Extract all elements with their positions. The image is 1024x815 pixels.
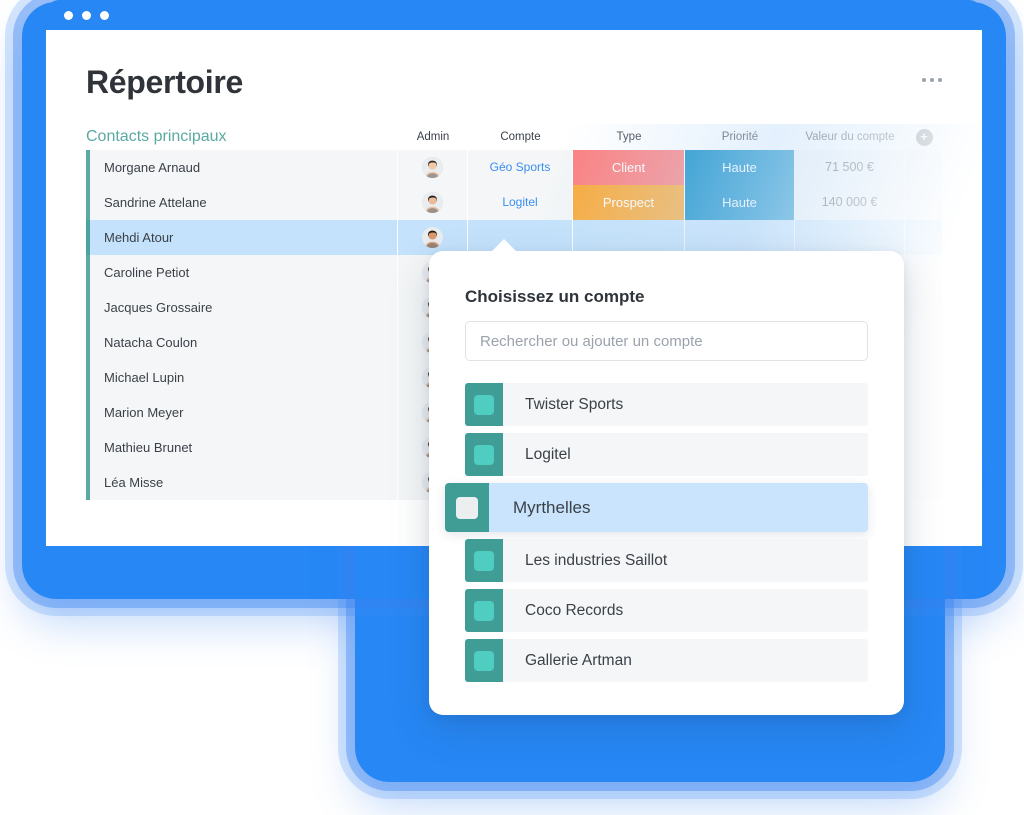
cell-compte[interactable]: Géo Sports	[468, 150, 573, 185]
account-value: 71 500 €	[825, 160, 874, 175]
cell-spacer	[905, 465, 943, 500]
account-picker-popover: Choisissez un compte Twister Sports Logit…	[429, 239, 904, 715]
cell-spacer	[905, 185, 943, 220]
cell-admin-avatar[interactable]	[398, 185, 468, 220]
status-badge-type: Client	[573, 150, 684, 185]
cell-admin-avatar[interactable]	[398, 220, 468, 255]
account-link[interactable]: Logitel	[502, 195, 537, 209]
account-list-item-label: Gallerie Artman	[525, 651, 632, 669]
popover-title: Choisissez un compte	[465, 287, 645, 306]
column-header-compte: Compte	[500, 131, 541, 143]
account-color-swatch-icon	[445, 483, 489, 532]
column-header-type: Type	[616, 131, 642, 143]
more-options-icon[interactable]	[922, 64, 942, 82]
add-column-button[interactable]: +	[905, 128, 943, 146]
account-color-swatch-icon	[465, 589, 503, 632]
status-badge-type: Prospect	[573, 185, 684, 220]
cell-valeur[interactable]: 71 500 €	[795, 150, 905, 185]
cell-contact-name: Natacha Coulon	[86, 325, 398, 360]
cell-spacer	[905, 220, 943, 255]
cell-type[interactable]: Prospect	[573, 185, 685, 220]
account-search-input[interactable]	[465, 321, 868, 361]
cell-priorite[interactable]	[685, 220, 795, 255]
cell-compte[interactable]	[468, 220, 573, 255]
cell-spacer	[905, 325, 943, 360]
column-header-valeur: Valeur du compte	[805, 131, 895, 143]
table-group-label: Contacts principaux	[86, 128, 227, 145]
account-link[interactable]: Géo Sports	[490, 160, 551, 174]
status-badge-priority: Haute	[685, 150, 794, 185]
cell-priorite[interactable]: Haute	[685, 185, 795, 220]
account-value: 140 000 €	[821, 195, 878, 210]
popover-caret	[491, 239, 517, 252]
table-row[interactable]: Sandrine Attelane Logitel Prospect Haute 140…	[86, 185, 944, 220]
page-title: Répertoire	[86, 64, 244, 100]
maximize-dot[interactable]	[100, 10, 109, 20]
account-color-swatch-icon	[465, 539, 503, 582]
cell-priorite[interactable]: Haute	[685, 150, 795, 185]
cell-spacer	[905, 395, 943, 430]
table-row[interactable]: Morgane Arnaud Géo Sports Client Haute 71 50…	[86, 150, 944, 185]
account-color-swatch-icon	[465, 383, 503, 426]
column-header-admin: Admin	[416, 131, 450, 143]
account-list-item[interactable]: Myrthelles	[445, 483, 868, 532]
account-list-item-label: Les industries Saillot	[525, 551, 668, 569]
cell-admin-avatar[interactable]	[398, 150, 468, 185]
avatar	[422, 156, 443, 178]
close-dot[interactable]	[64, 10, 73, 20]
cell-contact-name: Jacques Grossaire	[86, 290, 398, 325]
table-header-row: Contacts principaux Admin Compte Type Pr…	[86, 124, 944, 150]
cell-contact-name: Sandrine Attelane	[86, 185, 398, 220]
account-list-item[interactable]: Les industries Saillot	[465, 539, 868, 582]
account-color-swatch-icon	[465, 639, 503, 682]
status-badge-priority: Haute	[685, 185, 794, 220]
avatar	[422, 226, 443, 248]
cell-compte[interactable]: Logitel	[468, 185, 573, 220]
window-titlebar	[46, 0, 982, 30]
account-color-swatch-icon	[465, 433, 503, 476]
account-list-item-label: Twister Sports	[525, 395, 624, 413]
account-list-item[interactable]: Gallerie Artman	[465, 639, 868, 682]
account-list-item[interactable]: Coco Records	[465, 589, 868, 632]
cell-spacer	[905, 150, 943, 185]
column-header-priorite: Priorité	[721, 131, 759, 143]
cell-spacer	[905, 360, 943, 395]
cell-type[interactable]	[573, 220, 685, 255]
cell-spacer	[905, 430, 943, 465]
account-list-item-label: Myrthelles	[513, 497, 591, 517]
cell-valeur[interactable]	[795, 220, 905, 255]
cell-contact-name: Léa Misse	[86, 465, 398, 500]
cell-contact-name: Marion Meyer	[86, 395, 398, 430]
cell-type[interactable]: Client	[573, 150, 685, 185]
page-header: Répertoire	[46, 30, 982, 101]
account-list-item[interactable]: Twister Sports	[465, 383, 868, 426]
minimize-dot[interactable]	[82, 10, 91, 20]
account-list-item[interactable]: Logitel	[465, 433, 868, 476]
cell-spacer	[905, 290, 943, 325]
avatar	[422, 191, 443, 213]
cell-spacer	[905, 255, 943, 290]
account-list-item-label: Coco Records	[525, 601, 624, 619]
cell-contact-name: Mehdi Atour	[86, 220, 398, 255]
cell-contact-name: Michael Lupin	[86, 360, 398, 395]
cell-contact-name: Mathieu Brunet	[86, 430, 398, 465]
account-list-item-label: Logitel	[525, 445, 571, 463]
cell-valeur[interactable]: 140 000 €	[795, 185, 905, 220]
cell-contact-name: Caroline Petiot	[86, 255, 398, 290]
plus-icon: +	[915, 128, 933, 146]
account-list: Twister Sports Logitel Myrthelles Les indus…	[445, 383, 868, 682]
screenshot-stage: Répertoire Contacts principaux Admin Com…	[0, 0, 1024, 815]
cell-contact-name: Morgane Arnaud	[86, 150, 398, 185]
